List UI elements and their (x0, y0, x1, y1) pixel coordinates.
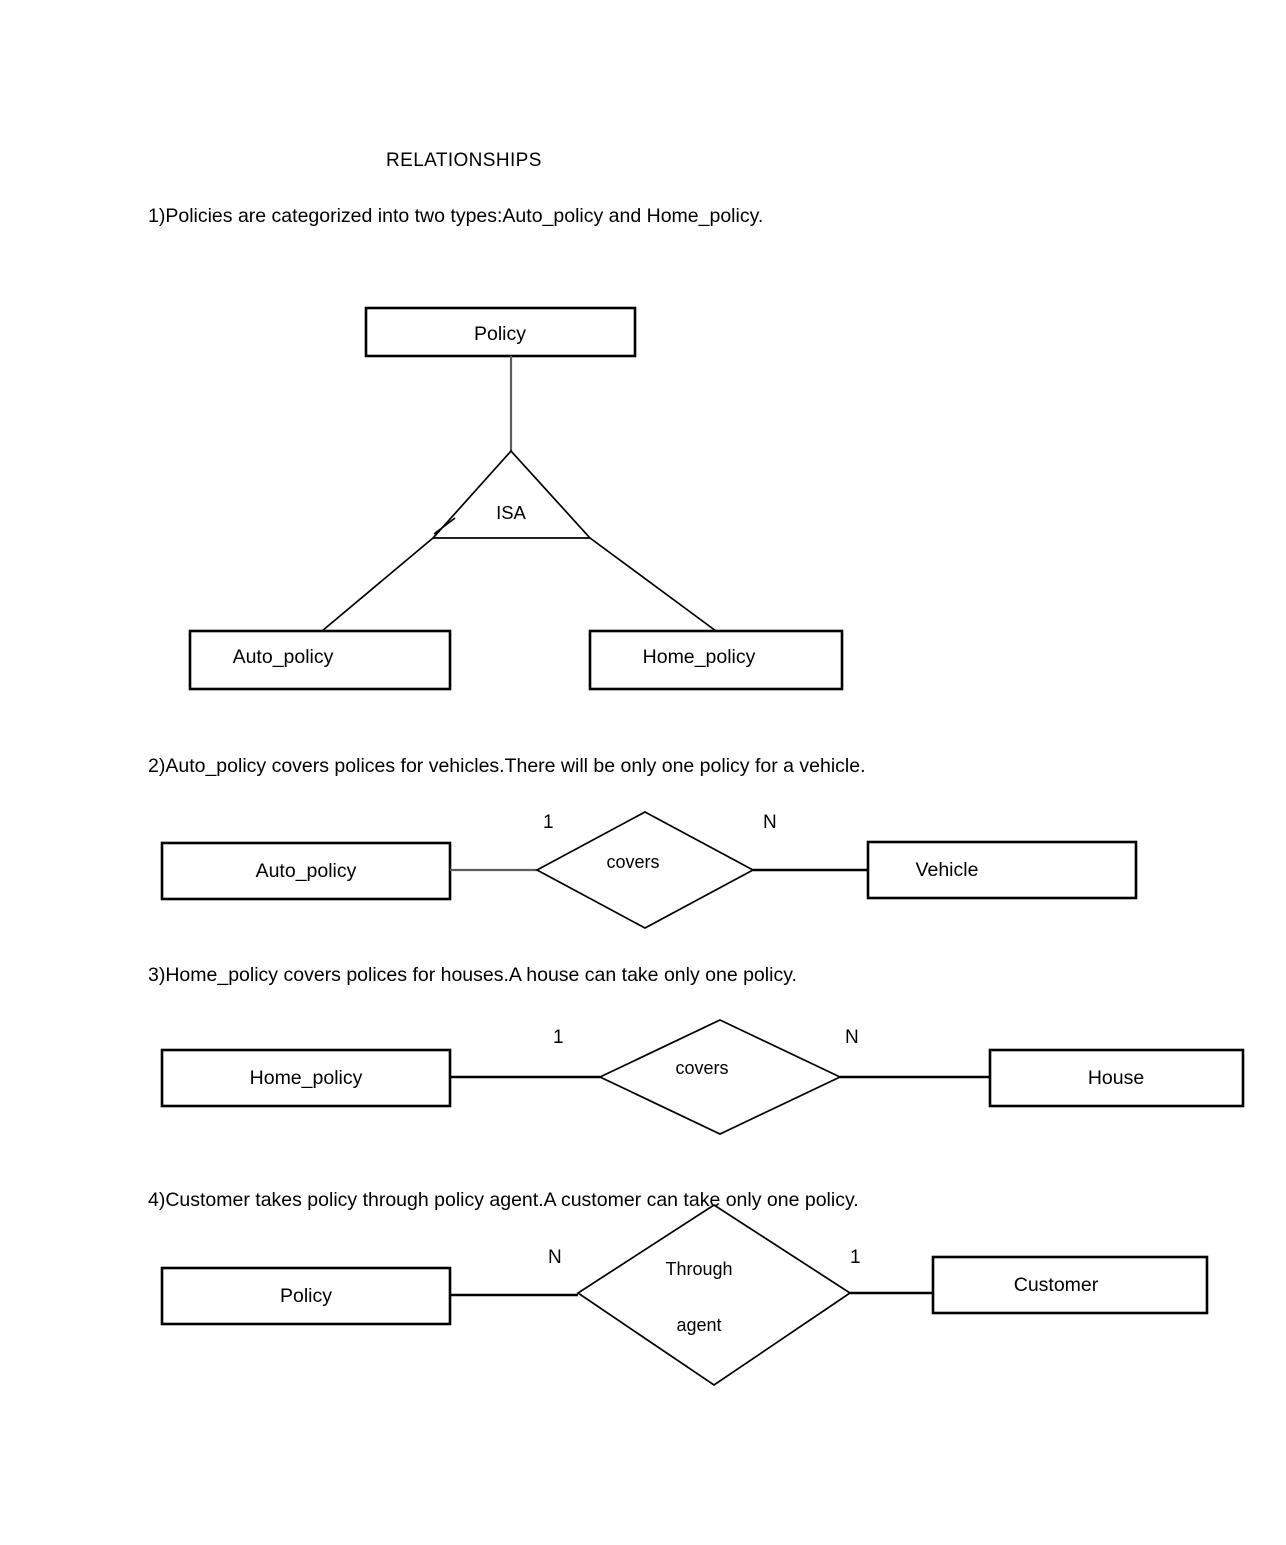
relationship-label-through: Through (665, 1259, 732, 1279)
entity-label-vehicle: Vehicle (916, 859, 979, 881)
diagram-isa-hierarchy: Policy ISA Auto_policy Home_policy (188, 306, 844, 691)
relationship-diamond-through-agent (576, 1203, 852, 1387)
document-page: RELATIONSHIPS 1)Policies are categorized… (0, 0, 1286, 1545)
relationship-label-covers-house: covers (675, 1058, 728, 1078)
cardinality-label-left-4: N (548, 1247, 562, 1268)
cardinality-label-left-2: 1 (543, 812, 554, 833)
relationship-label-covers-vehicle: covers (606, 852, 659, 872)
cardinality-label-left-3: 1 (553, 1027, 564, 1048)
isa-relationship-label: ISA (496, 502, 526, 523)
entity-label-home-policy-3: Home_policy (250, 1067, 363, 1089)
entity-box-vehicle (866, 840, 1138, 900)
connector-isa-to-auto-policy (321, 537, 434, 632)
entity-label-policy-4: Policy (280, 1285, 332, 1307)
cardinality-label-right-3: N (845, 1027, 859, 1048)
entity-label-house: House (1088, 1067, 1144, 1089)
entity-label-policy: Policy (474, 323, 526, 345)
cardinality-label-right-2: N (763, 812, 777, 833)
cardinality-label-right-4: 1 (850, 1247, 861, 1268)
diagram-policy-through-agent-customer: Policy Through agent Customer N 1 (160, 1203, 1209, 1387)
entity-label-home-policy: Home_policy (643, 646, 756, 668)
entity-label-auto-policy: Auto_policy (233, 646, 334, 668)
diagram-home-policy-covers-house: Home_policy covers House 1 N (160, 1019, 1245, 1135)
entity-label-customer: Customer (1014, 1274, 1099, 1296)
entity-label-auto-policy-2: Auto_policy (256, 860, 357, 882)
er-diagram-canvas: Policy ISA Auto_policy Home_policy Auto_… (160, 306, 1245, 1387)
diagram-auto-policy-covers-vehicle: Auto_policy covers Vehicle 1 N (160, 811, 1138, 929)
isa-triangle (431, 449, 592, 539)
relationship-label-agent: agent (676, 1315, 721, 1335)
connector-isa-to-home-policy (589, 537, 717, 632)
